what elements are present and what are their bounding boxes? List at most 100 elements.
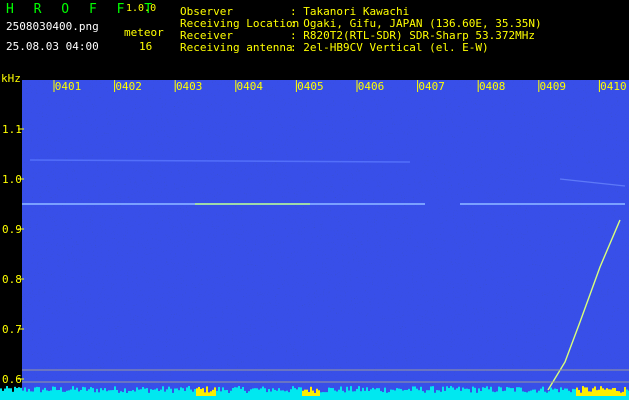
level-bar [98, 392, 100, 396]
level-bar [102, 390, 104, 396]
level-bar [458, 386, 460, 396]
level-bar [552, 389, 554, 396]
level-bar [0, 388, 2, 396]
level-bar [282, 390, 284, 396]
level-bar [404, 389, 406, 396]
level-bar [536, 392, 538, 396]
level-bar [294, 388, 296, 396]
level-bar [194, 389, 196, 396]
level-bar [434, 392, 436, 396]
level-bar [290, 389, 292, 396]
level-bar [492, 391, 494, 396]
level-bar [110, 390, 112, 396]
level-bar [270, 391, 272, 396]
level-bar [518, 387, 520, 396]
level-bar [558, 392, 560, 396]
time-label: 0409 [540, 80, 567, 93]
level-bar [402, 390, 404, 396]
level-bar [614, 387, 616, 396]
y-axis-unit: kHz [1, 72, 21, 85]
level-bar [24, 387, 26, 396]
level-bar [534, 389, 536, 396]
level-bar [546, 392, 548, 396]
time-label: 0404 [237, 80, 264, 93]
level-bar [136, 387, 138, 396]
level-bar [284, 391, 286, 396]
level-bar [478, 388, 480, 396]
level-bar [158, 390, 160, 396]
level-bar [606, 388, 608, 396]
level-bar [88, 389, 90, 396]
level-bar [450, 386, 452, 396]
level-bar [380, 391, 382, 396]
level-bar [168, 386, 170, 396]
level-bar [6, 386, 8, 396]
level-bar [212, 389, 214, 396]
level-bar [336, 391, 338, 396]
level-bar [498, 386, 500, 396]
level-bar [154, 389, 156, 396]
level-bar [272, 388, 274, 396]
level-bar [146, 388, 148, 396]
level-bar [76, 387, 78, 396]
level-bar [500, 387, 502, 396]
level-bar [562, 389, 564, 396]
level-bar [352, 391, 354, 396]
level-bar [112, 390, 114, 396]
level-bar [470, 392, 472, 396]
level-bar [544, 391, 546, 396]
level-bar [318, 390, 320, 396]
level-bar [184, 391, 186, 396]
level-bar [480, 390, 482, 396]
level-bar [116, 389, 118, 396]
level-bar [346, 386, 348, 396]
level-bar [398, 388, 400, 396]
spectrogram-canvas: kHz 1.11.00.90.80.70.6 0401 0402 0403 0404 0… [0, 72, 629, 400]
level-bar [280, 390, 282, 396]
level-bar [260, 388, 262, 396]
level-bar [588, 391, 590, 396]
level-bar [86, 390, 88, 396]
level-bar [394, 390, 396, 396]
level-bar [448, 387, 450, 396]
level-bar [58, 389, 60, 396]
level-bar [266, 392, 268, 396]
level-bar [464, 388, 466, 396]
level-bar [202, 388, 204, 396]
level-bar [454, 389, 456, 396]
info-label-antenna: Receiving antenna [180, 41, 293, 54]
spectrogram-plot: kHz 1.1 1.0 0.9 0.8 0.7 0.6 0401 0402 0403 0404 0… [0, 72, 629, 400]
level-bar [312, 390, 314, 396]
level-bar [522, 391, 524, 396]
level-bar [296, 389, 298, 396]
level-bar [340, 386, 342, 396]
level-bar [288, 392, 290, 396]
level-bar [460, 390, 462, 396]
level-bar [618, 391, 620, 396]
level-bar [576, 387, 578, 396]
level-bar [392, 389, 394, 396]
level-bar [286, 390, 288, 396]
level-bar [302, 390, 304, 396]
time-label: 0406 [358, 80, 385, 93]
level-bar [510, 388, 512, 396]
level-bar [348, 390, 350, 396]
level-bar [166, 389, 168, 396]
info-value-receiver: : R820T2(RTL-SDR) SDR-Sharp 53.372MHz [290, 29, 536, 42]
level-bar [198, 386, 200, 396]
level-bar [586, 387, 588, 396]
level-bar [436, 390, 438, 396]
level-bar [160, 389, 162, 396]
level-bar [328, 387, 330, 396]
level-bar [34, 387, 36, 396]
level-bar [50, 390, 52, 396]
level-bar [626, 389, 628, 396]
level-bar [206, 386, 208, 396]
level-bar [496, 391, 498, 396]
level-bar [14, 386, 16, 396]
level-bar [358, 386, 360, 396]
level-bar [192, 391, 194, 396]
level-bar [228, 392, 230, 396]
level-bar [292, 386, 294, 396]
level-bar [414, 386, 416, 396]
